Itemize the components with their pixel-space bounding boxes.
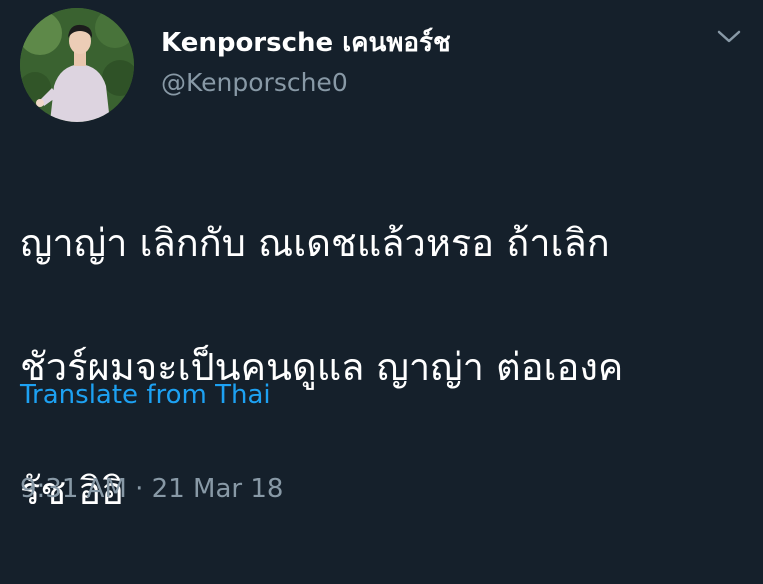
user-handle[interactable]: @Kenporsche0 bbox=[161, 68, 348, 97]
avatar-photo bbox=[20, 8, 134, 122]
tweet-text: ญาญ่า เลิกกับ ณเดชแล้วหรอ ถ้าเลิก ชัวร์ผ… bbox=[20, 150, 750, 584]
tweet-timestamp[interactable]: 9:31 AM · 21 Mar 18 bbox=[20, 474, 283, 504]
avatar[interactable] bbox=[20, 8, 134, 122]
translate-link[interactable]: Translate from Thai bbox=[20, 380, 271, 410]
tweet-text-line: ญาญ่า เลิกกับ ณเดชแล้วหรอ ถ้าเลิก bbox=[20, 221, 610, 265]
display-name[interactable]: Kenporsche เคนพอร์ช bbox=[161, 22, 451, 63]
chevron-down-icon[interactable] bbox=[716, 26, 742, 46]
